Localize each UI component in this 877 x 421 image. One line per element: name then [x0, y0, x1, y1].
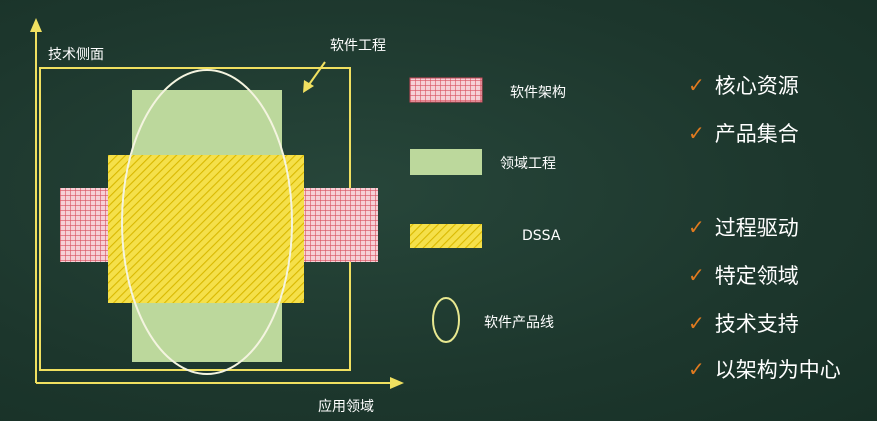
feature-item: ✓ 特定领域 — [688, 260, 799, 290]
feature-label: 特定领域 — [714, 264, 799, 288]
feature-item: ✓ 以架构为中心 — [688, 354, 841, 384]
checkmark-icon: ✓ — [688, 357, 705, 381]
legend-swatch-dssa — [410, 224, 482, 248]
y-axis-label: 技术侧面 — [48, 47, 104, 63]
checkmark-icon: ✓ — [688, 263, 705, 287]
feature-item: ✓ 核心资源 — [688, 70, 799, 100]
legend-swatch-domain — [410, 149, 482, 175]
checkmark-icon: ✓ — [688, 311, 705, 335]
legend-label-spl: 软件产品线 — [484, 315, 554, 331]
dssa-region — [108, 155, 304, 303]
legend-label-domain: 领域工程 — [500, 156, 556, 172]
feature-label: 以架构为中心 — [714, 358, 841, 382]
legend-label-dssa: DSSA — [522, 228, 561, 244]
legend-label-architecture: 软件架构 — [510, 85, 566, 101]
pointer-arrow — [303, 61, 326, 93]
legend-swatch-architecture — [409, 77, 483, 103]
software-engineering-label: 软件工程 — [330, 38, 386, 54]
feature-label: 技术支持 — [714, 312, 799, 336]
x-axis-arrowhead — [390, 377, 404, 389]
feature-item: ✓ 产品集合 — [688, 118, 799, 148]
feature-label: 产品集合 — [714, 122, 799, 146]
legend-swatch-spl — [432, 297, 460, 343]
checkmark-icon: ✓ — [688, 215, 705, 239]
checkmark-icon: ✓ — [688, 121, 705, 145]
checkmark-icon: ✓ — [688, 73, 705, 97]
feature-item: ✓ 过程驱动 — [688, 212, 799, 242]
feature-item: ✓ 技术支持 — [688, 308, 799, 338]
y-axis-arrowhead — [30, 18, 42, 32]
feature-label: 过程驱动 — [714, 216, 799, 240]
feature-label: 核心资源 — [714, 74, 799, 98]
x-axis-label: 应用领域 — [318, 399, 374, 415]
